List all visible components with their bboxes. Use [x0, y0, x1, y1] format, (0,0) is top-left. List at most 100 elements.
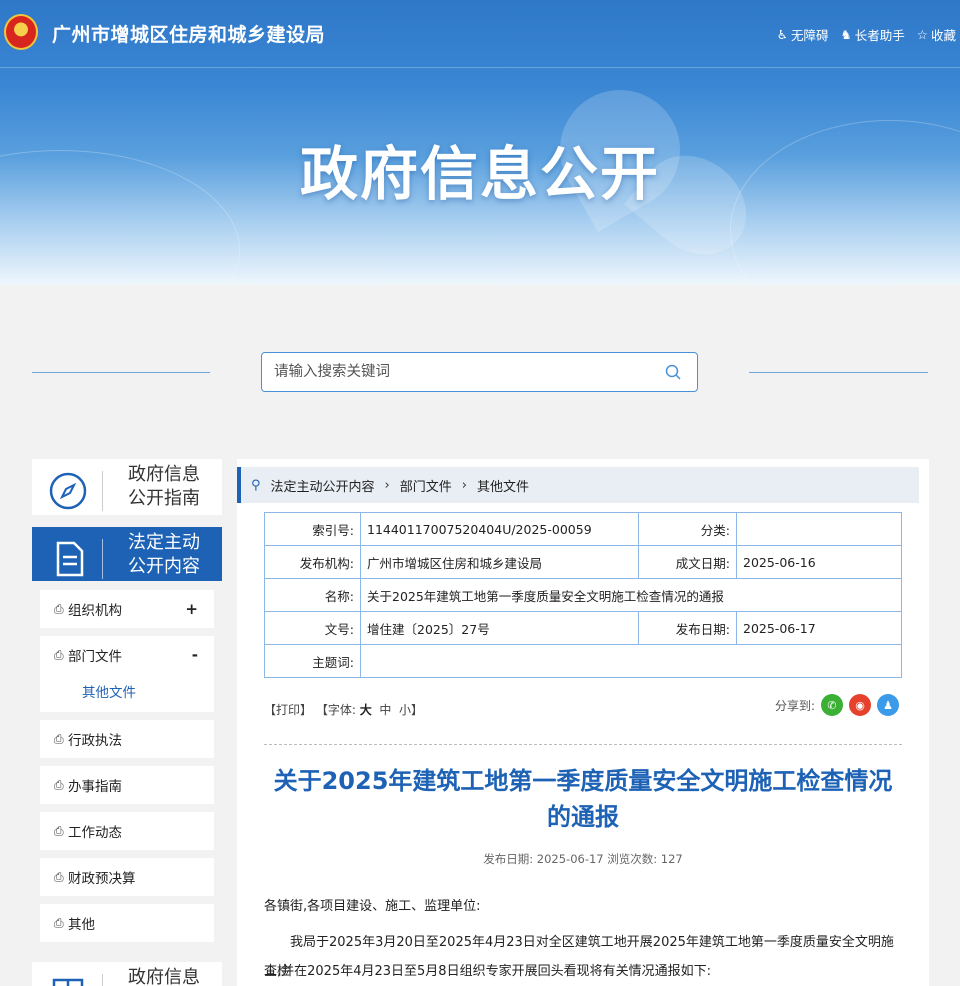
search-divider-right — [749, 372, 928, 373]
table-row: 文号: 增住建〔2025〕27号 发布日期: 2025-06-17 — [264, 611, 902, 645]
sidebar-item-label: 部门文件 — [68, 649, 122, 665]
sidebar-item-label: 办事指南 — [68, 779, 122, 795]
sidebar-active-card[interactable]: 法定主动 公开内容 — [32, 527, 222, 581]
font-large-button[interactable]: 大 — [360, 703, 372, 717]
sidebar-bottom-card[interactable]: 政府信息 — [32, 962, 222, 986]
elder-assistant-label: 长者助手 — [854, 28, 905, 43]
star-icon: ☆ — [916, 27, 928, 42]
header-banner: 广州市增城区住房和城乡建设局 ♿无障碍 ♞长者助手 ☆收藏 政府信息公开 — [0, 0, 960, 285]
book-icon — [52, 978, 84, 986]
card-separator — [102, 539, 103, 579]
article-title: 关于2025年建筑工地第一季度质量安全文明施工检查情况的通报 — [273, 767, 893, 831]
location-pin-icon: ⚲ — [251, 477, 261, 493]
sidebar-item-label: 其他 — [68, 917, 95, 933]
card-separator — [102, 471, 103, 511]
sidebar-active-label: 法定主动 公开内容 — [114, 531, 214, 579]
sidebar-guide-card[interactable]: 政府信息 公开指南 — [32, 459, 222, 515]
elder-icon: ♞ — [840, 27, 852, 42]
article-tools: 【打印】 【字体: 大 中 小】 — [264, 701, 423, 718]
sidebar-item-label: 工作动态 — [68, 825, 122, 841]
attachment-icon: ⎙ — [54, 823, 64, 838]
wheelchair-icon: ♿ — [776, 27, 789, 42]
national-emblem-icon — [4, 14, 38, 50]
table-row: 主题词: — [264, 644, 902, 678]
attachment-icon: ⎙ — [54, 869, 64, 884]
sidebar-subitem-other-docs[interactable]: 其他文件 — [40, 674, 214, 712]
sidebar-guide-line2: 公开指南 — [128, 488, 200, 509]
share-bar: 分享到: ✆ ◉ ♟ — [775, 694, 899, 716]
sidebar-item-department-docs[interactable]: ⎙ 部门文件 - — [40, 636, 214, 674]
divider — [264, 744, 902, 745]
article-paragraph-line: 查,并在2025年4月23日至5月8日组织专家开展回头看现将有关情况通报如下: — [264, 964, 711, 979]
meta-label: 分类: — [638, 512, 737, 546]
favorite-label: 收藏 — [930, 28, 956, 43]
search-input[interactable] — [262, 353, 642, 391]
compass-icon — [49, 472, 87, 510]
share-label: 分享到: — [774, 698, 815, 713]
document-meta-table: 索引号: 11440117007520404U/2025-00059 分类: 发… — [264, 512, 902, 678]
top-bar: 广州市增城区住房和城乡建设局 ♿无障碍 ♞长者助手 ☆收藏 — [0, 0, 960, 68]
table-row: 发布机构: 广州市增城区住房和城乡建设局 成文日期: 2025-06-16 — [264, 545, 902, 579]
top-links: ♿ 无障碍 ♞ 长者助手 ☆ 收藏 — [777, 25, 956, 44]
collapse-toggle[interactable]: - — [192, 646, 198, 664]
font-small-button[interactable]: 小 — [399, 703, 411, 717]
document-icon — [56, 541, 84, 577]
search-divider-left — [32, 372, 210, 373]
article-salutation: 各镇街,各项目建设、施工、监理单位: — [264, 899, 481, 914]
wechat-icon[interactable]: ✆ — [821, 694, 843, 716]
meta-label: 成文日期: — [638, 545, 737, 579]
meta-value: 关于2025年建筑工地第一季度质量安全文明施工检查情况的通报 — [360, 578, 902, 612]
table-row: 索引号: 11440117007520404U/2025-00059 分类: — [264, 512, 902, 546]
sidebar-item-label: 组织机构 — [68, 603, 122, 619]
attachment-icon: ⎙ — [54, 601, 64, 616]
meta-value: 增住建〔2025〕27号 — [360, 611, 639, 645]
attachment-icon: ⎙ — [54, 777, 64, 792]
sidebar-guide-label: 政府信息 公开指南 — [114, 463, 214, 511]
card-separator — [102, 974, 103, 986]
banner-title: 政府信息公开 — [299, 140, 660, 208]
meta-value: 11440117007520404U/2025-00059 — [360, 512, 639, 546]
content-panel: ⚲ 法定主动公开内容 › 部门文件 › 其他文件 索引号: 1144011700… — [237, 459, 929, 986]
meta-label: 发布日期: — [638, 611, 737, 645]
attachment-icon: ⎙ — [54, 647, 64, 662]
font-size-label: 【字体: — [315, 703, 356, 717]
font-medium-button[interactable]: 中 — [379, 703, 391, 717]
meta-label: 文号: — [264, 611, 361, 645]
breadcrumb-item[interactable]: 部门文件 — [400, 476, 452, 495]
sidebar-item-other[interactable]: ⎙ 其他 — [40, 904, 214, 942]
meta-value — [736, 512, 902, 546]
qq-icon[interactable]: ♟ — [877, 694, 899, 716]
sidebar-item-law-enforcement[interactable]: ⎙ 行政执法 — [40, 720, 214, 758]
meta-label: 索引号: — [264, 512, 361, 546]
breadcrumb-item[interactable]: 法定主动公开内容 — [271, 476, 375, 495]
sidebar-item-budget[interactable]: ⎙ 财政预决算 — [40, 858, 214, 896]
breadcrumb-item[interactable]: 其他文件 — [477, 476, 529, 495]
favorite-link[interactable]: ☆ 收藏 — [917, 25, 956, 44]
accessibility-link[interactable]: ♿ 无障碍 — [777, 25, 829, 44]
sidebar-item-organization[interactable]: ⎙ 组织机构 + — [40, 590, 214, 628]
site-title[interactable]: 广州市增城区住房和城乡建设局 — [52, 20, 325, 47]
sidebar-item-label: 行政执法 — [68, 733, 122, 749]
weibo-icon[interactable]: ◉ — [849, 694, 871, 716]
sidebar-item-work-news[interactable]: ⎙ 工作动态 — [40, 812, 214, 850]
meta-value — [360, 644, 902, 678]
chevron-right-icon: › — [384, 477, 390, 493]
sidebar-item-label: 财政预决算 — [68, 871, 136, 887]
sidebar-item-service-guide[interactable]: ⎙ 办事指南 — [40, 766, 214, 804]
expand-toggle[interactable]: + — [185, 600, 198, 618]
attachment-icon: ⎙ — [54, 731, 64, 746]
meta-value: 2025-06-16 — [736, 545, 902, 579]
elder-assistant-link[interactable]: ♞ 长者助手 — [841, 25, 905, 44]
print-button[interactable]: 【打印】 — [264, 703, 312, 717]
accessibility-label: 无障碍 — [791, 28, 829, 43]
meta-label: 发布机构: — [264, 545, 361, 579]
meta-value: 2025-06-17 — [736, 611, 902, 645]
table-row: 名称: 关于2025年建筑工地第一季度质量安全文明施工检查情况的通报 — [264, 578, 902, 612]
search-box — [261, 352, 698, 392]
meta-value: 广州市增城区住房和城乡建设局 — [360, 545, 639, 579]
main-area: 政府信息 公开指南 法定主动 公开内容 ⎙ 组织机构 + ⎙ 部门文件 - 其他… — [4, 287, 956, 986]
sidebar-guide-line1: 政府信息 — [128, 464, 200, 485]
search-icon[interactable] — [665, 364, 681, 380]
sidebar-active-line1: 法定主动 — [128, 532, 200, 553]
sidebar-bottom-label: 政府信息 — [128, 967, 200, 986]
